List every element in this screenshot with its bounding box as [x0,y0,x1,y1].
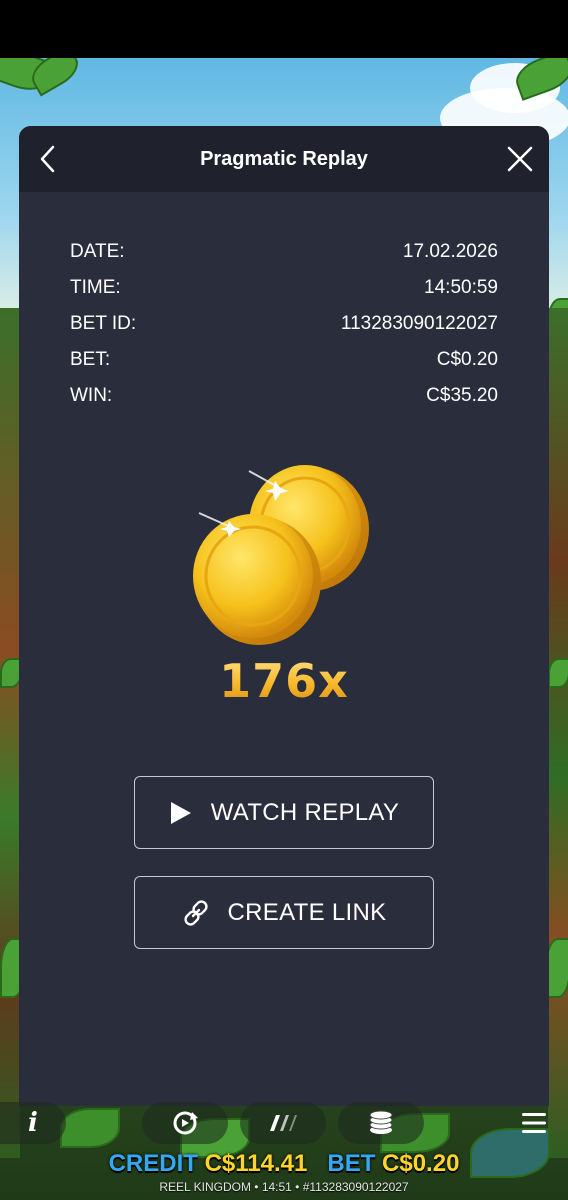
modal-title: Pragmatic Replay [200,148,368,170]
autoplay-icon [173,1111,198,1135]
close-icon [507,146,533,172]
create-link-button[interactable]: CREATE LINK [134,876,434,949]
watch-replay-button[interactable]: WATCH REPLAY [134,776,434,849]
game-toolbar: i [0,1102,568,1148]
detail-value: 14:50:59 [424,277,498,298]
watch-replay-label: WATCH REPLAY [210,798,400,826]
play-icon [170,801,191,824]
detail-label: TIME: [70,277,121,298]
detail-row-date: DATE: 17.02.2026 [70,234,498,270]
detail-row-bet: BET: C$0.20 [70,342,498,378]
autoplay-button[interactable] [142,1102,228,1144]
detail-value: 17.02.2026 [402,241,498,262]
modal-header: Pragmatic Replay [19,126,549,192]
detail-value: C$35.20 [426,385,498,406]
credit-bet-line: CREDIT C$114.41 BET C$0.20 [0,1150,568,1178]
link-icon [183,899,208,926]
game-info-line: REEL KINGDOM • 14:51 • #113283090122027 [159,1180,409,1194]
win-multiplier: 176x [19,654,549,708]
detail-label: BET: [70,349,111,370]
detail-row-bet-id: BET ID: 113283090122027 [70,306,498,342]
turbo-icon [270,1115,297,1131]
menu-icon [522,1113,546,1133]
detail-label: DATE: [70,241,125,262]
replay-modal: Pragmatic Replay DATE: 17.02.2026 TIME: … [19,126,549,1106]
turbo-button[interactable] [240,1102,326,1144]
bet-coins-icon [369,1110,393,1134]
replay-details: DATE: 17.02.2026 TIME: 14:50:59 BET ID: … [70,234,498,414]
detail-value: C$0.20 [436,349,498,370]
bet-value: C$0.20 [382,1150,460,1177]
credit-label: CREDIT [108,1150,198,1177]
coins-icon [193,465,369,645]
detail-row-win: WIN: C$35.20 [70,378,498,414]
bet-settings-button[interactable] [338,1102,424,1144]
status-bar [0,0,568,58]
detail-value: 113283090122027 [340,313,498,334]
menu-button[interactable] [500,1102,568,1144]
credit-value: C$114.41 [204,1150,308,1177]
close-button[interactable] [499,139,541,179]
bet-label: BET [327,1150,376,1177]
back-icon [40,145,55,173]
detail-label: BET ID: [70,313,137,334]
detail-row-time: TIME: 14:50:59 [70,270,498,306]
info-icon: i [28,1108,38,1138]
create-link-label: CREATE LINK [227,898,387,926]
info-button[interactable]: i [0,1102,66,1144]
detail-label: WIN: [70,385,113,406]
back-button[interactable] [29,140,67,178]
